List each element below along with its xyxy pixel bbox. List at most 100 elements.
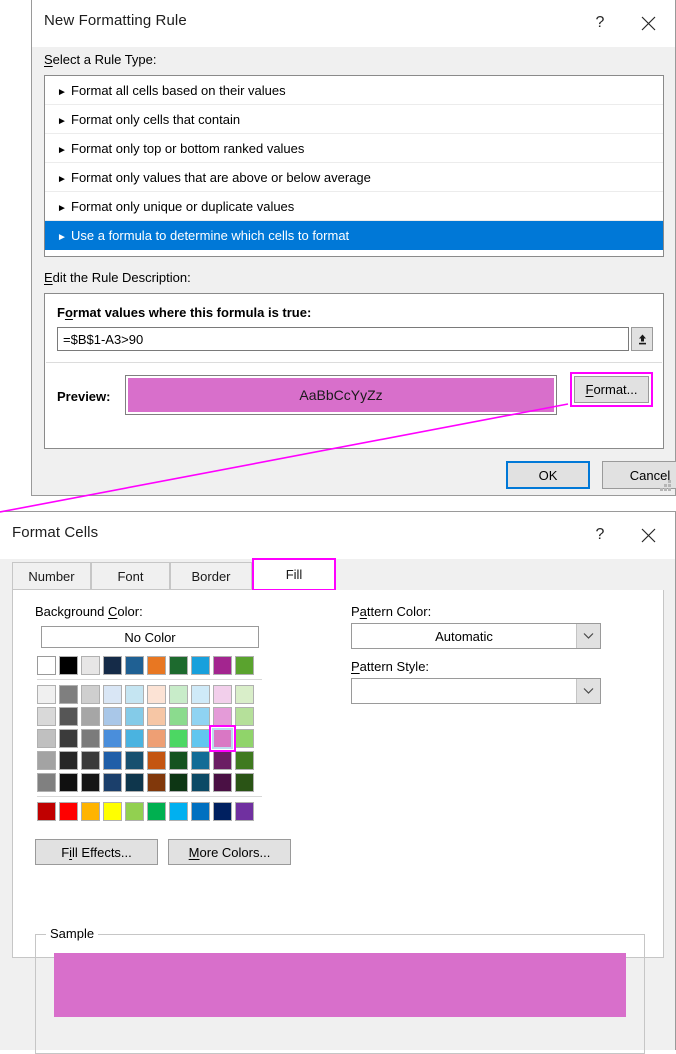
palette-swatch[interactable] (125, 773, 144, 792)
rule-type-item-0[interactable]: ►Format all cells based on their values (45, 76, 663, 105)
palette-swatch[interactable] (213, 773, 232, 792)
palette-swatch[interactable] (103, 773, 122, 792)
tab-fill[interactable]: Fill (252, 558, 336, 591)
palette-swatch[interactable] (103, 751, 122, 770)
palette-swatch[interactable] (59, 773, 78, 792)
close-icon[interactable] (625, 0, 671, 46)
tab-font[interactable]: Font (91, 562, 170, 590)
palette-swatch[interactable] (213, 707, 232, 726)
rule-type-item-1[interactable]: ►Format only cells that contain (45, 105, 663, 134)
palette-swatch[interactable] (169, 751, 188, 770)
palette-swatch[interactable] (37, 751, 56, 770)
rule-type-item-2[interactable]: ►Format only top or bottom ranked values (45, 134, 663, 163)
palette-swatch[interactable] (59, 729, 78, 748)
palette-swatch[interactable] (103, 656, 122, 675)
help-icon[interactable]: ? (577, 512, 623, 558)
palette-theme-row[interactable] (37, 656, 262, 675)
palette-swatch[interactable] (81, 751, 100, 770)
palette-swatch[interactable] (147, 751, 166, 770)
more-colors-button[interactable]: More Colors... (168, 839, 291, 865)
palette-swatch[interactable] (169, 729, 188, 748)
palette-swatch[interactable] (59, 802, 78, 821)
palette-swatch[interactable] (103, 707, 122, 726)
palette-tint-row[interactable] (37, 751, 262, 770)
palette-tint-row[interactable] (37, 707, 262, 726)
no-color-button[interactable]: No Color (41, 626, 259, 648)
chevron-down-icon[interactable] (576, 624, 600, 648)
help-icon[interactable]: ? (577, 0, 623, 46)
palette-swatch[interactable] (213, 685, 232, 704)
palette-swatch[interactable] (37, 729, 56, 748)
palette-swatch[interactable] (169, 707, 188, 726)
palette-swatch[interactable] (213, 656, 232, 675)
palette-swatch[interactable] (81, 802, 100, 821)
palette-swatch[interactable] (81, 656, 100, 675)
palette-swatch[interactable] (147, 729, 166, 748)
palette-swatch[interactable] (191, 729, 210, 748)
background-color-palette[interactable] (37, 656, 262, 824)
tab-number[interactable]: Number (12, 562, 91, 590)
palette-swatch[interactable] (81, 729, 100, 748)
palette-swatch[interactable] (103, 802, 122, 821)
palette-swatch[interactable] (125, 751, 144, 770)
palette-swatch[interactable] (147, 685, 166, 704)
palette-swatch[interactable] (235, 751, 254, 770)
palette-tint-row[interactable] (37, 773, 262, 792)
palette-swatch[interactable] (59, 707, 78, 726)
palette-swatch[interactable] (147, 773, 166, 792)
palette-swatch[interactable] (125, 685, 144, 704)
palette-standard-row[interactable] (37, 802, 262, 821)
close-icon[interactable] (625, 512, 671, 558)
palette-swatch[interactable] (169, 656, 188, 675)
palette-swatch[interactable] (59, 751, 78, 770)
tab-border[interactable]: Border (170, 562, 252, 590)
palette-swatch[interactable] (125, 707, 144, 726)
palette-swatch[interactable] (191, 656, 210, 675)
palette-swatch[interactable] (235, 685, 254, 704)
palette-swatch[interactable] (37, 802, 56, 821)
fill-effects-button[interactable]: Fill Effects... (35, 839, 158, 865)
format-button[interactable]: Format... (574, 376, 649, 403)
pattern-style-dropdown[interactable] (351, 678, 601, 704)
palette-swatch[interactable] (191, 802, 210, 821)
ok-button[interactable]: OK (506, 461, 590, 489)
palette-swatch[interactable] (191, 773, 210, 792)
palette-swatch[interactable] (169, 802, 188, 821)
palette-swatch[interactable] (37, 685, 56, 704)
palette-tint-row[interactable] (37, 685, 262, 704)
palette-swatch-selected[interactable] (213, 729, 232, 748)
palette-swatch[interactable] (235, 729, 254, 748)
palette-swatch[interactable] (191, 751, 210, 770)
palette-swatch[interactable] (81, 773, 100, 792)
palette-swatch[interactable] (191, 707, 210, 726)
palette-tint-row[interactable] (37, 729, 262, 748)
palette-swatch[interactable] (147, 656, 166, 675)
palette-swatch[interactable] (81, 707, 100, 726)
palette-swatch[interactable] (235, 802, 254, 821)
palette-swatch[interactable] (169, 685, 188, 704)
palette-swatch[interactable] (191, 685, 210, 704)
palette-swatch[interactable] (59, 656, 78, 675)
palette-swatch[interactable] (235, 656, 254, 675)
palette-swatch[interactable] (59, 685, 78, 704)
rule-type-item-3[interactable]: ►Format only values that are above or be… (45, 163, 663, 192)
rule-type-item-4[interactable]: ►Format only unique or duplicate values (45, 192, 663, 221)
rule-type-listbox[interactable]: ►Format all cells based on their values … (44, 75, 664, 257)
palette-swatch[interactable] (147, 707, 166, 726)
chevron-down-icon[interactable] (576, 679, 600, 703)
pattern-color-dropdown[interactable]: Automatic (351, 623, 601, 649)
palette-swatch[interactable] (147, 802, 166, 821)
palette-swatch[interactable] (213, 802, 232, 821)
resize-grip-icon[interactable] (659, 480, 671, 492)
palette-swatch[interactable] (235, 707, 254, 726)
rule-type-item-5-selected[interactable]: ►Use a formula to determine which cells … (45, 221, 663, 250)
palette-swatch[interactable] (37, 773, 56, 792)
palette-swatch[interactable] (213, 751, 232, 770)
palette-swatch[interactable] (169, 773, 188, 792)
palette-swatch[interactable] (125, 802, 144, 821)
formula-input[interactable] (57, 327, 629, 351)
palette-swatch[interactable] (103, 729, 122, 748)
palette-swatch[interactable] (37, 707, 56, 726)
palette-swatch[interactable] (37, 656, 56, 675)
palette-swatch[interactable] (125, 729, 144, 748)
